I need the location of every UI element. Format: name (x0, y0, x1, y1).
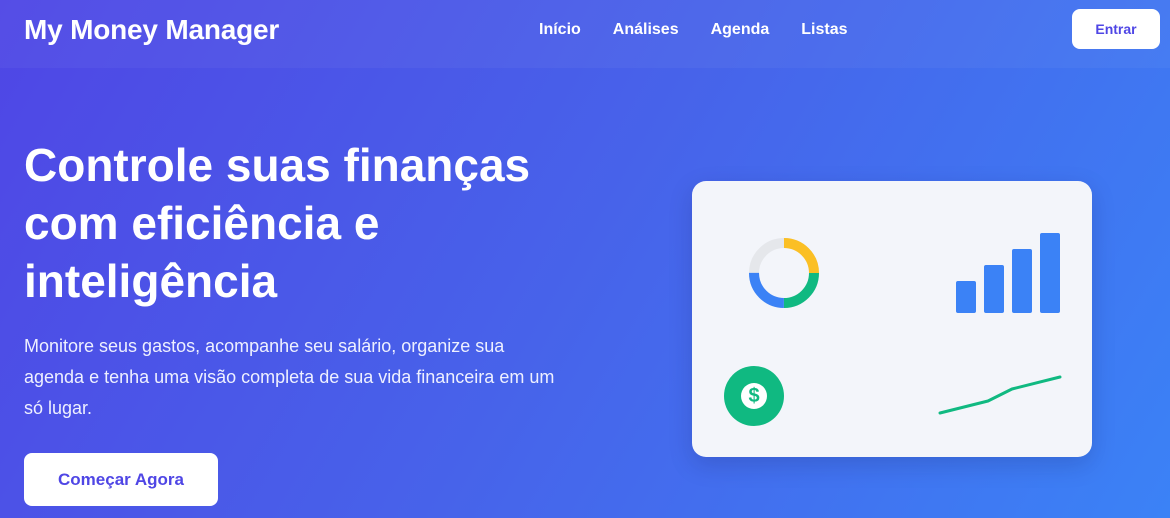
get-started-button[interactable]: Começar Agora (24, 453, 218, 506)
donut-chart-icon (749, 238, 819, 308)
nav-link-inicio[interactable]: Início (539, 20, 581, 40)
trend-line-icon (938, 375, 1062, 415)
nav-link-agenda[interactable]: Agenda (711, 20, 770, 40)
hero-title: Controle suas finanças com eficiência e … (24, 139, 531, 307)
main-nav: Início Análises Agenda Listas (539, 20, 880, 40)
brand-logo[interactable]: My Money Manager (24, 14, 279, 46)
login-button[interactable]: Entrar (1072, 9, 1160, 49)
nav-link-listas[interactable]: Listas (801, 20, 847, 40)
dollar-icon: $ (724, 366, 784, 426)
dashboard-illustration-card: $ (692, 181, 1092, 457)
hero-subtitle: Monitore seus gastos, acompanhe seu salá… (24, 336, 555, 418)
nav-link-analises[interactable]: Análises (613, 20, 679, 40)
top-navbar: My Money Manager Início Análises Agenda … (0, 0, 1170, 68)
bar-chart-icon (956, 233, 1060, 313)
